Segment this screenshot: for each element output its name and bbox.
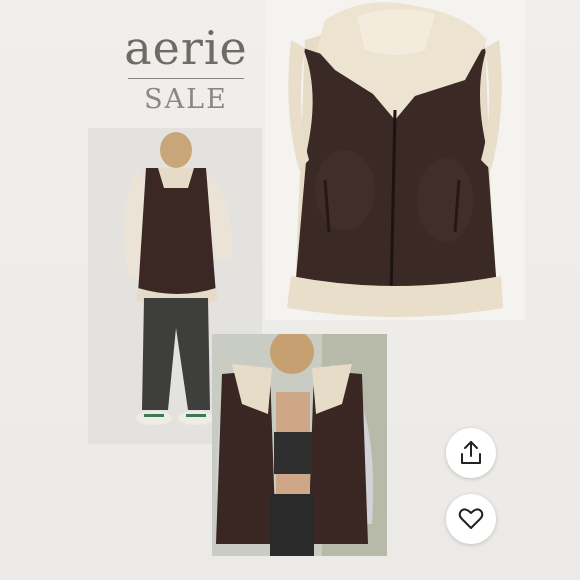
share-icon	[459, 440, 483, 466]
vest-product-photo	[265, 0, 525, 320]
brand-divider	[128, 78, 244, 79]
model-photo-right	[212, 334, 387, 556]
heart-icon	[458, 507, 484, 531]
sale-label: SALE	[144, 84, 228, 115]
like-button[interactable]	[446, 494, 496, 544]
brand-logo: aerie	[124, 21, 248, 75]
brand-block: aerie SALE	[118, 24, 254, 115]
listing-image: aerie SALE	[0, 0, 580, 580]
share-button[interactable]	[446, 428, 496, 478]
